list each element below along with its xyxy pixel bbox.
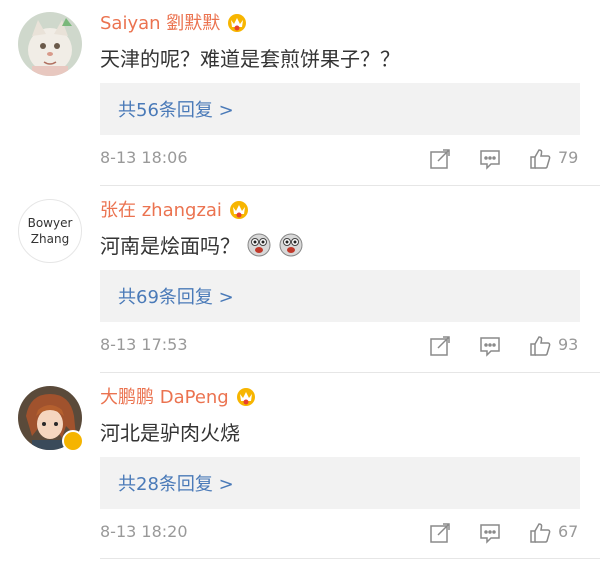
user-avatar[interactable]: Bowyer Zhang bbox=[18, 199, 82, 263]
user-avatar[interactable] bbox=[18, 12, 82, 76]
crown-badge-icon bbox=[228, 14, 247, 32]
username-text: 张在 zhangzai bbox=[100, 200, 222, 221]
comment-item: 大鹏鹏 DaPeng 河北是驴肉火烧 共28条回复 > 8-13 18:20 6… bbox=[0, 374, 600, 560]
user-avatar[interactable] bbox=[18, 386, 84, 452]
comment-text-content: 天津的呢？难道是套煎饼果子？？ bbox=[100, 47, 400, 71]
comment-icon[interactable] bbox=[478, 334, 502, 358]
like-icon[interactable] bbox=[528, 521, 552, 545]
comment-item: Saiyan 劉默默 天津的呢？难道是套煎饼果子？？ 共56条回复 > 8-13… bbox=[0, 0, 600, 186]
username-text: 大鹏鹏 DaPeng bbox=[100, 387, 229, 408]
comment-text-content: 河南是烩面吗？ bbox=[100, 234, 240, 258]
comment-text: 天津的呢？难道是套煎饼果子？？ bbox=[100, 43, 400, 72]
timestamp: 8-13 18:20 bbox=[100, 522, 188, 541]
comment-icon[interactable] bbox=[478, 521, 502, 545]
crown-badge-icon bbox=[229, 201, 248, 219]
text-avatar: Bowyer Zhang bbox=[18, 199, 82, 263]
comment-text: 河南是烩面吗？ bbox=[100, 230, 304, 259]
replies-link[interactable]: 共28条回复 > bbox=[100, 457, 580, 509]
comment-icon[interactable] bbox=[478, 147, 502, 171]
avatar-text-line1: Bowyer bbox=[27, 216, 73, 230]
like-count: 67 bbox=[558, 522, 579, 541]
crown-badge-icon bbox=[236, 388, 255, 406]
like-count: 93 bbox=[558, 335, 579, 354]
replies-link-text: 共28条回复 > bbox=[118, 474, 234, 495]
divider bbox=[100, 558, 600, 559]
verified-badge-icon bbox=[62, 430, 84, 452]
username[interactable]: 张在 zhangzai bbox=[100, 196, 250, 222]
shocked-emoji-icon bbox=[279, 233, 303, 256]
share-icon[interactable] bbox=[428, 334, 452, 358]
divider bbox=[100, 372, 600, 373]
comment-item: Bowyer Zhang 张在 zhangzai 河南是烩面吗？ 共69条回复 … bbox=[0, 187, 600, 373]
replies-link[interactable]: 共69条回复 > bbox=[100, 270, 580, 322]
like-icon[interactable] bbox=[528, 147, 552, 171]
divider bbox=[100, 185, 600, 186]
comment-footer: 8-13 18:06 79 bbox=[100, 147, 580, 171]
comment-text: 河北是驴肉火烧 bbox=[100, 417, 240, 446]
comment-footer: 8-13 17:53 93 bbox=[100, 334, 580, 358]
username[interactable]: 大鹏鹏 DaPeng bbox=[100, 383, 257, 409]
avatar-text-line2: Zhang bbox=[30, 232, 70, 246]
comment-text-content: 河北是驴肉火烧 bbox=[100, 421, 240, 445]
like-icon[interactable] bbox=[528, 334, 552, 358]
cat-avatar-icon bbox=[18, 12, 82, 76]
timestamp: 8-13 18:06 bbox=[100, 148, 188, 167]
username-text: Saiyan 劉默默 bbox=[100, 13, 221, 34]
replies-link-text: 共56条回复 > bbox=[118, 100, 234, 121]
like-count: 79 bbox=[558, 148, 579, 167]
share-icon[interactable] bbox=[428, 147, 452, 171]
shocked-emoji-icon bbox=[247, 233, 271, 256]
share-icon[interactable] bbox=[428, 521, 452, 545]
timestamp: 8-13 17:53 bbox=[100, 335, 188, 354]
comment-footer: 8-13 18:20 67 bbox=[100, 521, 580, 545]
username[interactable]: Saiyan 劉默默 bbox=[100, 9, 248, 35]
replies-link[interactable]: 共56条回复 > bbox=[100, 83, 580, 135]
replies-link-text: 共69条回复 > bbox=[118, 287, 234, 308]
